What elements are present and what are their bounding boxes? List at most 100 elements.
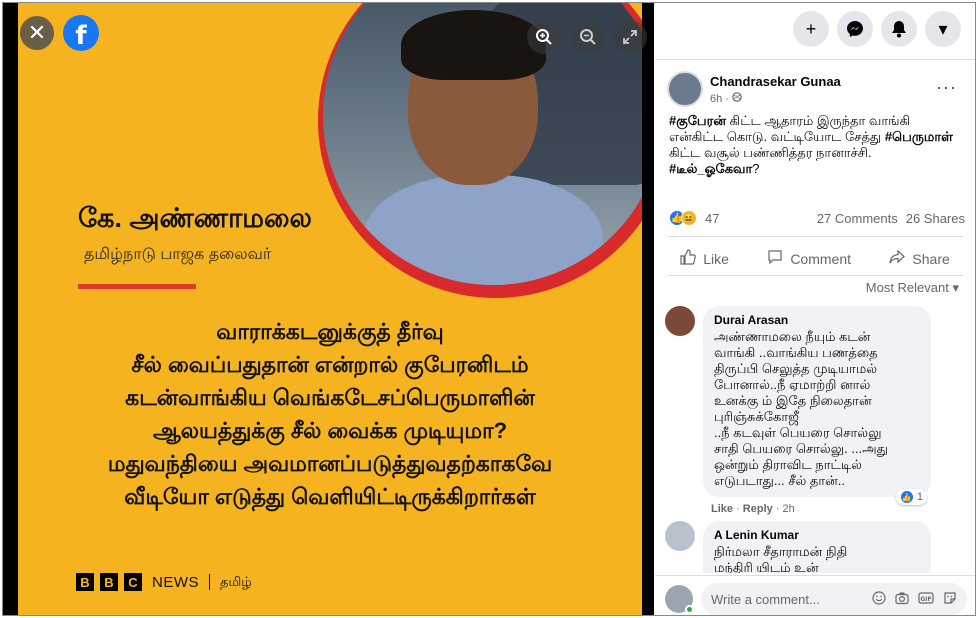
header-divider (655, 59, 975, 60)
poster-role: தமிழ்நாடு பாஜக தலைவர் (84, 246, 272, 263)
hashtag-link[interactable]: #குபேரன் (669, 113, 726, 128)
thumbs-up-icon (680, 249, 697, 269)
bell-icon[interactable] (881, 11, 917, 47)
close-icon[interactable]: ✕ (20, 16, 54, 50)
post-text-segment: ? (752, 161, 760, 176)
post-text: #குபேரன் கிட்ட ஆதாரம் இருந்தா வாங்கி என்… (669, 113, 965, 177)
comment-line: அண்ணாமலை நீயும் கடன் (714, 329, 871, 344)
zoom-in-icon[interactable] (527, 20, 561, 54)
comment-line: புரிஞ்சுக்கோஜீ (714, 409, 799, 424)
composer-divider (655, 575, 975, 576)
actions-divider (667, 275, 963, 276)
comment-input-placeholder: Write a comment... (711, 591, 820, 607)
quote-line: ஆலயத்துக்கு சீல் வைக்க முடியுமா? (152, 418, 508, 443)
comment-label: Comment (790, 251, 851, 267)
post-time-text: 6h · (710, 92, 729, 105)
bbc-letter: B (100, 573, 118, 591)
comment-text: அண்ணாமலை நீயும் கடன் வாங்கி ..வாங்கிய பண… (714, 329, 920, 489)
bbc-language: தமிழ் (220, 573, 252, 589)
bbc-logo: B B C NEWS தமிழ் (76, 573, 252, 591)
reactions-summary: 👍 😆 47 27 Comments 26 Shares (669, 210, 965, 226)
reactions-divider (667, 236, 963, 237)
like-label: Like (703, 251, 729, 267)
zoom-out-icon[interactable] (571, 20, 605, 54)
comment-line: போனால்..நீ ஏமாற்றி னால் (714, 377, 871, 392)
comment-line: உனக்கு ம் இதே நிலைதான் (714, 393, 872, 408)
reaction-count[interactable]: 47 (705, 211, 719, 226)
comment-line: எடுபடாது... சீல் தான்.. (714, 473, 845, 488)
plus-icon[interactable]: + (793, 11, 829, 47)
shares-count[interactable]: 26 Shares (906, 211, 965, 226)
comment-line: திருப்பி செலுத்த முடியாமல் (714, 361, 878, 376)
caret-down-icon[interactable]: ▾ (925, 11, 961, 47)
hashtag-link[interactable]: #டீல்_ஓகேவா (669, 161, 752, 176)
emoji-icon[interactable] (872, 590, 886, 608)
online-status-dot (685, 605, 694, 614)
haha-reaction-icon: 😆 (681, 210, 697, 226)
comment-line: நிர்மலா சீதாராமன் நிதி (714, 544, 848, 559)
post-panel: + ▾ Chandrasekar Gunaa 6h · ··· #குபேரன்… (655, 3, 975, 615)
bbc-letter: B (76, 573, 94, 591)
fullscreen-icon[interactable] (613, 20, 647, 54)
gif-icon[interactable]: GIF (918, 591, 934, 608)
comment-reply-link[interactable]: Reply (743, 503, 773, 515)
photo-viewer: கே. அண்ணாமலை தமிழ்நாடு பாஜக தலைவர் வாராக… (3, 3, 654, 615)
globe-icon (732, 91, 742, 105)
like-button[interactable]: Like (676, 243, 733, 275)
comment-author[interactable]: Durai Arasan (714, 313, 920, 327)
comment-author[interactable]: A Lenin Kumar (714, 528, 920, 542)
comment-button[interactable]: Comment (763, 243, 855, 275)
author-name[interactable]: Chandrasekar Gunaa (710, 74, 841, 89)
quote-line: வாராக்கடனுக்குத் தீர்வு (216, 319, 444, 344)
comment-bubble: A Lenin Kumar நிர்மலா சீதாராமன் நிதி மந்… (703, 521, 931, 573)
like-reaction-icon: 👍 (899, 490, 914, 504)
post-actions: Like Comment Share (661, 243, 969, 275)
svg-text:GIF: GIF (920, 596, 931, 603)
news-poster-image: கே. அண்ணாமலை தமிழ்நாடு பாஜக தலைவர் வாராக… (18, 3, 642, 615)
comment-text: நிர்மலா சீதாராமன் நிதி மந்திரி யிடம் உன் (714, 544, 920, 573)
share-label: Share (912, 251, 950, 267)
share-icon (889, 249, 906, 269)
comment-line: சாதி பெயரை சொல்லு. ...அது (714, 441, 888, 456)
comment-like-link[interactable]: Like (711, 503, 733, 515)
camera-icon[interactable] (895, 591, 909, 608)
comment-sort-dropdown[interactable]: Most Relevant ▾ (866, 280, 959, 296)
poster-quote: வாராக்கடனுக்குத் தீர்வு சீல் வைப்பதுதான்… (28, 315, 632, 513)
comment-meta: Like · Reply · 2h (711, 503, 795, 515)
bbc-news-text: NEWS (152, 573, 199, 591)
bbc-separator (209, 574, 210, 590)
comment-time[interactable]: 2h (783, 503, 795, 515)
avatar[interactable] (667, 71, 703, 107)
sticker-icon[interactable] (943, 591, 957, 608)
comment-input[interactable]: Write a comment... GIF (701, 583, 967, 615)
avatar[interactable] (665, 306, 695, 336)
quote-line: கடன்வாங்கிய வெங்கடேசப்பெருமாளின் (125, 385, 535, 410)
avatar[interactable] (665, 585, 694, 614)
accent-bar (78, 284, 196, 289)
comment-composer: Write a comment... GIF (665, 583, 967, 615)
comment-item: A Lenin Kumar நிர்மலா சீதாராமன் நிதி மந்… (665, 521, 931, 573)
comments-count[interactable]: 27 Comments (817, 211, 898, 226)
quote-line: மதுவந்தியை அவமானப்படுத்துவதற்காகவே (107, 451, 553, 476)
comment-line: வாங்கி ..வாங்கிய பணத்தை (714, 345, 878, 360)
comment-bubble: Durai Arasan அண்ணாமலை நீயும் கடன் வாங்கி… (703, 306, 931, 505)
more-options-icon[interactable]: ··· (936, 77, 957, 98)
post-text-segment: கிட்ட வசூல் பண்ணித்தர நானாச்சி. (669, 145, 872, 160)
header-actions: + ▾ (793, 11, 961, 47)
comment-reactions[interactable]: 👍 1 (895, 489, 927, 505)
comment-item: Durai Arasan அண்ணாமலை நீயும் கடன் வாங்கி… (665, 306, 931, 505)
share-button[interactable]: Share (885, 243, 953, 275)
comment-line: ஒன்றும் திராவிட நாட்டில் (714, 457, 862, 472)
bbc-letter: C (124, 573, 142, 591)
facebook-logo[interactable]: f (63, 15, 99, 51)
avatar[interactable] (665, 521, 695, 551)
post-time[interactable]: 6h · (710, 91, 841, 105)
post-author-row: Chandrasekar Gunaa 6h · (667, 71, 841, 107)
quote-line: வீடியோ எடுத்து வெளியிட்டிருக்கிறார்கள் (124, 484, 536, 509)
poster-name: கே. அண்ணாமலை (78, 203, 312, 233)
comment-react-count: 1 (916, 491, 923, 503)
reaction-icons[interactable]: 👍 😆 (669, 210, 697, 226)
hashtag-link[interactable]: #பெருமாள் (885, 129, 953, 144)
quote-line: சீல் வைப்பதுதான் என்றால் குபேரனிடம் (131, 352, 529, 377)
messenger-icon[interactable] (837, 11, 873, 47)
